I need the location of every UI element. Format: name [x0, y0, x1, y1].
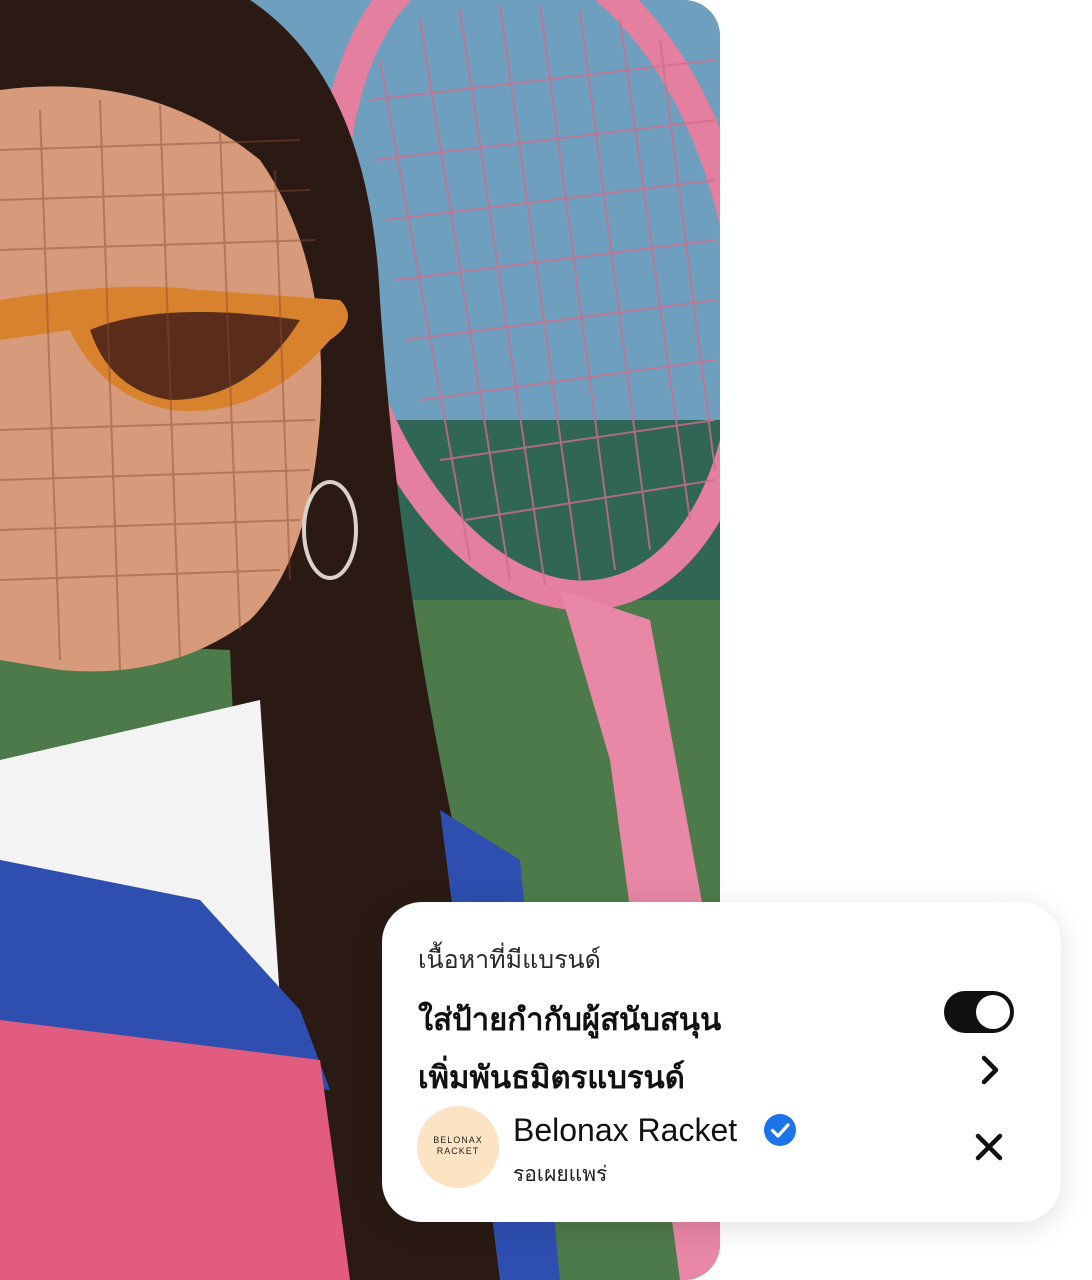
verified-badge-icon [764, 1114, 796, 1146]
toggle-knob [976, 995, 1010, 1029]
brand-partner-name: Belonax Racket [513, 1112, 738, 1148]
card-title: เนื้อหาที่มีแบรนด์ [418, 946, 601, 974]
close-icon[interactable] [974, 1132, 1004, 1162]
chevron-right-icon[interactable] [976, 1052, 1004, 1088]
avatar: BELONAX RACKET [417, 1106, 499, 1188]
add-brand-partner-link[interactable]: เพิ่มพันธมิตรแบรนด์ [418, 1052, 685, 1102]
toggle-switch-icon[interactable] [944, 991, 1014, 1033]
avatar-logo-text: BELONAX RACKET [433, 1135, 483, 1156]
brand-partner-status: รอเผยแพร่ [513, 1163, 608, 1186]
sponsor-label-text: ใส่ป้ายกำกับผู้สนับสนุน [418, 1002, 722, 1037]
branded-content-card: เนื้อหาที่มีแบรนด์ ใส่ป้ายกำกับผู้สนับสน… [382, 902, 1061, 1222]
